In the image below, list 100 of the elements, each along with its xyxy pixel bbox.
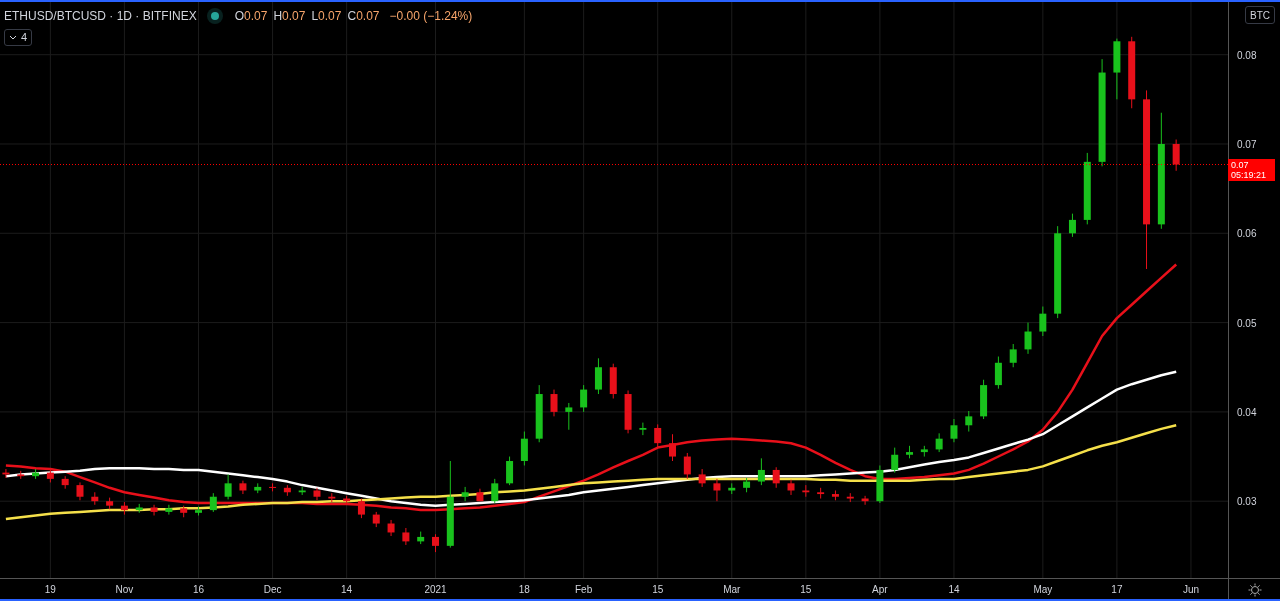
candlestick xyxy=(357,498,365,519)
candlestick xyxy=(594,357,602,395)
candlestick xyxy=(935,432,943,453)
candlestick xyxy=(2,468,10,479)
candlestick xyxy=(165,504,173,516)
candlestick xyxy=(106,497,114,510)
candlestick xyxy=(239,480,247,495)
time-axis-label: Jun xyxy=(1182,584,1200,595)
candlestick xyxy=(713,478,721,502)
candlestick xyxy=(1009,343,1017,368)
candlestick xyxy=(876,465,884,504)
candlestick xyxy=(372,511,380,528)
candlestick xyxy=(1068,213,1076,238)
candlestick xyxy=(195,506,202,516)
candlestick xyxy=(298,486,306,496)
candlestick xyxy=(150,504,158,516)
candlestick xyxy=(209,492,217,513)
settings-icon[interactable] xyxy=(1248,583,1262,597)
candlestick xyxy=(757,457,765,486)
candlestick xyxy=(476,488,484,502)
candlestick xyxy=(461,486,469,502)
candlestick xyxy=(343,495,351,506)
time-axis-label: Apr xyxy=(872,584,888,595)
time-axis-label: 18 xyxy=(518,584,530,595)
time-axis-label: 15 xyxy=(652,584,664,595)
time-axis-label: 14 xyxy=(948,584,960,595)
candlestick xyxy=(965,410,973,433)
candlestick xyxy=(817,487,825,499)
candlestick xyxy=(520,431,528,466)
candlestick xyxy=(609,363,617,399)
candlestick xyxy=(120,501,128,516)
price-axis-label: 0.03 xyxy=(1237,496,1257,508)
candlestick xyxy=(802,484,810,498)
time-axis-label: 19 xyxy=(44,584,56,595)
candlestick xyxy=(743,477,751,493)
currency-button[interactable]: BTC xyxy=(1245,6,1275,24)
candlestick xyxy=(906,445,913,459)
time-axis-label: 17 xyxy=(1111,584,1123,595)
time-axis-label: Dec xyxy=(263,584,282,595)
candlestick xyxy=(1113,38,1121,100)
candlestick xyxy=(787,479,795,496)
candlestick xyxy=(61,475,69,490)
price-change: −0.00 (−1.24%) xyxy=(389,8,473,25)
candlestick xyxy=(254,482,262,494)
candlestick xyxy=(861,495,869,506)
candlestick xyxy=(17,470,25,480)
candlestick xyxy=(994,356,1002,390)
candlestick xyxy=(831,490,839,501)
ohlc-value: C0.07 xyxy=(347,8,380,25)
candlestick xyxy=(669,433,676,462)
candlestick xyxy=(920,445,928,458)
price-axis-label: 0.04 xyxy=(1237,406,1257,418)
candlestick xyxy=(224,473,232,500)
price-axis-label: 0.08 xyxy=(1237,49,1257,61)
time-axis-label: 16 xyxy=(192,584,205,595)
candlestick xyxy=(76,481,84,501)
candlestick xyxy=(506,456,514,486)
candlestick xyxy=(728,482,736,495)
time-axis-label: 15 xyxy=(800,584,812,595)
candlestick xyxy=(491,478,499,504)
candlestick xyxy=(432,533,439,553)
candlestick xyxy=(402,527,410,546)
candlestick xyxy=(1039,306,1047,337)
candlestick xyxy=(846,492,854,503)
candlestick xyxy=(135,503,143,514)
bar-countdown: 05:19:21 xyxy=(1231,169,1268,180)
time-axis-label: 14 xyxy=(341,584,353,595)
candlestick xyxy=(46,469,54,483)
candlestick xyxy=(683,452,691,480)
candlestick xyxy=(417,531,425,545)
price-axis-label: 0.07 xyxy=(1237,139,1257,150)
price-axis-label: 0.06 xyxy=(1237,228,1257,240)
candlestick xyxy=(387,519,395,537)
candlestick xyxy=(269,482,277,492)
chevron-icon xyxy=(9,35,17,40)
candlestick xyxy=(654,423,662,449)
time-axis-label: Mar xyxy=(723,584,741,595)
candlestick xyxy=(1172,139,1180,172)
indicators-toggle[interactable]: 4 xyxy=(4,29,33,46)
candlestick xyxy=(580,384,588,413)
candlestick xyxy=(91,491,99,506)
ohlc-value: H0.07 xyxy=(273,8,306,25)
time-axis-label: Nov xyxy=(115,584,134,595)
candlestick xyxy=(328,492,336,503)
candlestick xyxy=(32,468,40,480)
ohlc-value: L0.07 xyxy=(311,8,342,25)
time-axis-label: 2021 xyxy=(424,584,447,595)
price-axis-label: 0.05 xyxy=(1237,317,1257,329)
candlestick xyxy=(180,505,188,518)
candlestick xyxy=(283,484,291,497)
candlestick xyxy=(891,447,899,474)
candlestick xyxy=(698,468,706,488)
time-axis-label: May xyxy=(1033,584,1053,595)
candlestick xyxy=(1024,322,1032,355)
candlestick xyxy=(565,402,573,431)
candlestick xyxy=(624,389,632,434)
candlestick xyxy=(313,487,321,501)
last-price: 0.07 xyxy=(1231,159,1250,170)
symbol-title: ETHUSD/BTCUSD · 1D · BITFINEX xyxy=(4,8,197,25)
time-axis-label: Feb xyxy=(575,584,593,595)
